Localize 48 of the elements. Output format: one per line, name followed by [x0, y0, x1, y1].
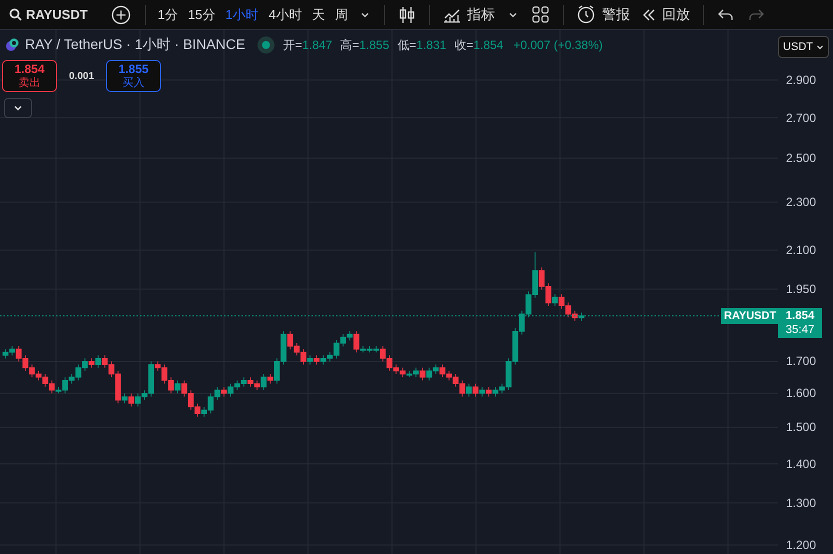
price-label: 2.300 — [786, 195, 816, 210]
alarm-clock-icon — [576, 5, 596, 24]
price-label: 1.200 — [786, 538, 816, 552]
price-label: 1.700 — [786, 354, 816, 368]
ohlc-value: 收=1.854 — [454, 36, 504, 54]
price-label: 1.950 — [786, 282, 816, 296]
candlestick-icon[interactable] — [398, 6, 415, 24]
collapse-button[interactable] — [4, 98, 32, 118]
chart-icon — [442, 6, 461, 22]
price-label: 1.500 — [786, 420, 816, 434]
chevron-down-icon — [13, 104, 23, 112]
price-label: 1.400 — [786, 456, 816, 471]
sell-button[interactable]: 1.854 卖出 — [2, 60, 57, 92]
price-change: +0.007 (+0.38%) — [513, 38, 603, 52]
undo-icon[interactable] — [718, 8, 734, 20]
price-label: 2.900 — [786, 73, 816, 87]
price-label: 1.600 — [786, 386, 816, 400]
coin-logo-icon — [5, 38, 19, 52]
ohlc-value: 高=1.855 — [340, 36, 390, 54]
grid-layout-icon[interactable] — [532, 6, 549, 23]
buy-button[interactable]: 1.855 买入 — [106, 60, 162, 92]
alert-button[interactable]: 警报 — [572, 2, 635, 27]
interval-tab[interactable]: 1分 — [154, 2, 182, 26]
add-icon[interactable] — [110, 4, 131, 24]
price-label: 2.500 — [786, 151, 816, 166]
ohlc-value: 开=1.847 — [283, 36, 332, 54]
price-label: 2.700 — [786, 110, 816, 125]
ohlc-value: 低=1.831 — [397, 36, 446, 54]
status-dot-icon — [257, 36, 276, 54]
symbol-search-button[interactable]: RAYUSDT — [4, 4, 93, 25]
last-price: 1.854 — [786, 308, 814, 323]
interval-tab[interactable]: 1小时 — [221, 2, 263, 26]
interval-tab[interactable]: 4小时 — [264, 2, 306, 26]
interval-tab[interactable]: 天 — [308, 2, 329, 26]
search-icon — [9, 8, 22, 21]
replay-button[interactable]: 回放 — [636, 2, 695, 26]
chevron-down-icon — [816, 43, 824, 51]
currency-dropdown[interactable]: USDT — [778, 36, 829, 58]
chart-title: RAY / TetherUS · 1小时 · BINANCE — [25, 36, 246, 54]
indicators-button[interactable]: 指标 — [438, 2, 500, 26]
rewind-icon — [642, 8, 656, 20]
countdown-timer: 35:47 — [786, 322, 814, 337]
symbol-tag: RAYUSDT — [721, 308, 780, 324]
price-label: 2.100 — [786, 243, 816, 258]
interval-tab[interactable]: 周 — [330, 2, 352, 26]
spread-value: 0.001 — [69, 70, 94, 82]
interval-tab[interactable]: 15分 — [184, 2, 220, 26]
price-label: 1.300 — [786, 496, 816, 510]
